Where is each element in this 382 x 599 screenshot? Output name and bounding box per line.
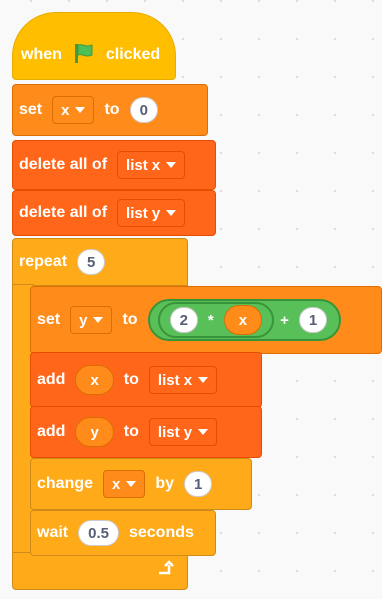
set-label: set bbox=[37, 311, 61, 328]
wait-seconds-input[interactable]: 0.5 bbox=[78, 520, 119, 546]
set-y-block[interactable]: set y to 2 * x + 1 bbox=[30, 286, 382, 354]
delete-all-list-x-block[interactable]: delete all of list x bbox=[12, 140, 216, 190]
seconds-label: seconds bbox=[128, 524, 194, 541]
change-label: change bbox=[37, 475, 94, 492]
change-value-input[interactable]: 1 bbox=[184, 471, 213, 497]
list-name: list y bbox=[126, 204, 161, 222]
delete-all-list-y-block[interactable]: delete all of list y bbox=[12, 190, 216, 236]
repeat-label: repeat bbox=[19, 253, 68, 270]
list-name: list x bbox=[157, 371, 193, 389]
x-variable-reporter[interactable]: x bbox=[75, 365, 114, 395]
y-variable-reporter[interactable]: y bbox=[75, 417, 114, 447]
chevron-down-icon bbox=[198, 429, 209, 435]
chevron-down-icon bbox=[166, 210, 177, 216]
variable-dropdown-x[interactable]: x bbox=[103, 470, 146, 498]
variable-dropdown-y[interactable]: y bbox=[70, 306, 113, 334]
variable-name: x bbox=[61, 101, 70, 119]
repeat-bottom-arm bbox=[12, 552, 188, 590]
chevron-down-icon bbox=[93, 317, 104, 323]
set-x-block[interactable]: set x to 0 bbox=[12, 84, 208, 136]
x-variable-reporter[interactable]: x bbox=[223, 305, 263, 335]
list-name: list y bbox=[157, 423, 193, 441]
change-x-block[interactable]: change x by 1 bbox=[30, 458, 252, 510]
set-label: set bbox=[19, 101, 43, 118]
loop-arrow-icon bbox=[155, 559, 175, 584]
chevron-down-icon bbox=[75, 107, 86, 113]
repeat-count-input[interactable]: 5 bbox=[77, 249, 106, 275]
to-label: to bbox=[123, 371, 139, 388]
by-label: by bbox=[155, 475, 175, 492]
delete-all-label: delete all of bbox=[19, 156, 108, 173]
to-label: to bbox=[123, 423, 139, 440]
add-x-to-list-block[interactable]: add x to list x bbox=[30, 352, 262, 408]
chevron-down-icon bbox=[166, 162, 177, 168]
plus-symbol: + bbox=[280, 311, 289, 329]
list-dropdown-x[interactable]: list x bbox=[148, 366, 218, 394]
variable-name: x bbox=[112, 475, 121, 493]
when-flag-clicked-block[interactable]: when clicked bbox=[12, 12, 176, 80]
chevron-down-icon bbox=[126, 481, 137, 487]
wait-block[interactable]: wait 0.5 seconds bbox=[30, 510, 216, 556]
add-label: add bbox=[37, 423, 66, 440]
variable-name: y bbox=[79, 311, 88, 329]
add-y-to-list-block[interactable]: add y to list y bbox=[30, 406, 262, 458]
to-label: to bbox=[122, 311, 138, 328]
multiply-symbol: * bbox=[207, 311, 214, 329]
to-label: to bbox=[104, 101, 120, 118]
add-right-input[interactable]: 1 bbox=[298, 307, 328, 333]
delete-all-label: delete all of bbox=[19, 204, 108, 221]
list-dropdown-x[interactable]: list x bbox=[117, 151, 186, 179]
list-name: list x bbox=[126, 156, 161, 174]
repeat-block[interactable]: repeat 5 bbox=[12, 238, 188, 286]
multiply-left-input[interactable]: 2 bbox=[169, 307, 198, 333]
clicked-label: clicked bbox=[105, 46, 161, 63]
list-dropdown-y[interactable]: list y bbox=[148, 418, 218, 446]
multiply-operator-block[interactable]: 2 * x bbox=[157, 302, 275, 338]
add-operator-block[interactable]: 2 * x + 1 bbox=[147, 299, 342, 341]
wait-label: wait bbox=[37, 524, 69, 541]
variable-dropdown-x[interactable]: x bbox=[52, 96, 95, 124]
when-label: when bbox=[21, 46, 62, 63]
list-dropdown-y[interactable]: list y bbox=[117, 199, 186, 227]
green-flag-icon bbox=[72, 41, 96, 70]
chevron-down-icon bbox=[198, 377, 209, 383]
value-input[interactable]: 0 bbox=[129, 97, 158, 123]
add-label: add bbox=[37, 371, 66, 388]
